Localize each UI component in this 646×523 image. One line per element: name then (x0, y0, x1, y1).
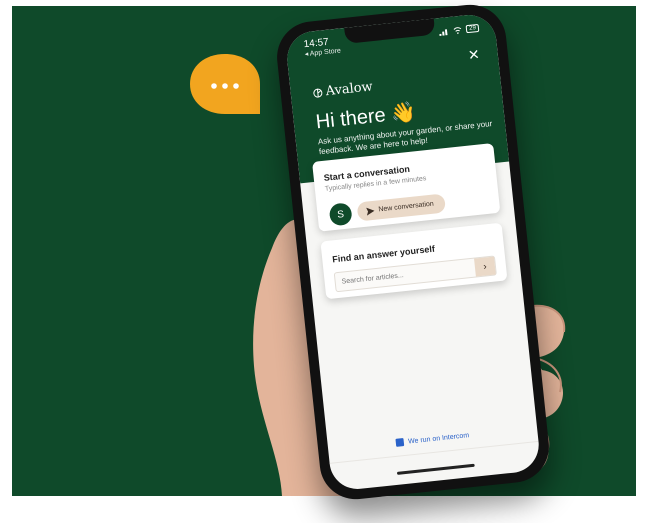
chat-bubble-icon (190, 54, 260, 114)
close-icon[interactable]: ✕ (467, 46, 480, 64)
intercom-icon (395, 437, 405, 447)
signal-icon (439, 28, 448, 36)
find-answer-card: Find an answer yourself › (320, 222, 508, 300)
find-answer-title: Find an answer yourself (331, 243, 436, 265)
leaf-logo-icon (313, 88, 323, 98)
wifi-icon (453, 26, 462, 34)
new-conversation-button[interactable]: New conversation (356, 193, 447, 222)
powered-by-label: We run on Intercom (407, 431, 470, 446)
status-bar: 14:57 ◂ App Store (303, 37, 341, 61)
greeting-text: Hi there (314, 104, 387, 134)
status-icons: 29 (439, 23, 480, 36)
wave-emoji: 👋 (389, 100, 418, 126)
chevron-right-icon[interactable]: › (474, 256, 496, 277)
brand-name: Avalow (324, 79, 374, 100)
brand-logo: Avalow (312, 79, 373, 100)
new-conversation-label: New conversation (378, 200, 435, 214)
search-input[interactable] (341, 263, 467, 287)
send-icon (366, 207, 375, 216)
powered-by-intercom[interactable]: We run on Intercom (328, 424, 538, 454)
home-indicator (396, 463, 475, 475)
battery-icon: 29 (465, 23, 480, 34)
avatar: S (328, 202, 353, 227)
